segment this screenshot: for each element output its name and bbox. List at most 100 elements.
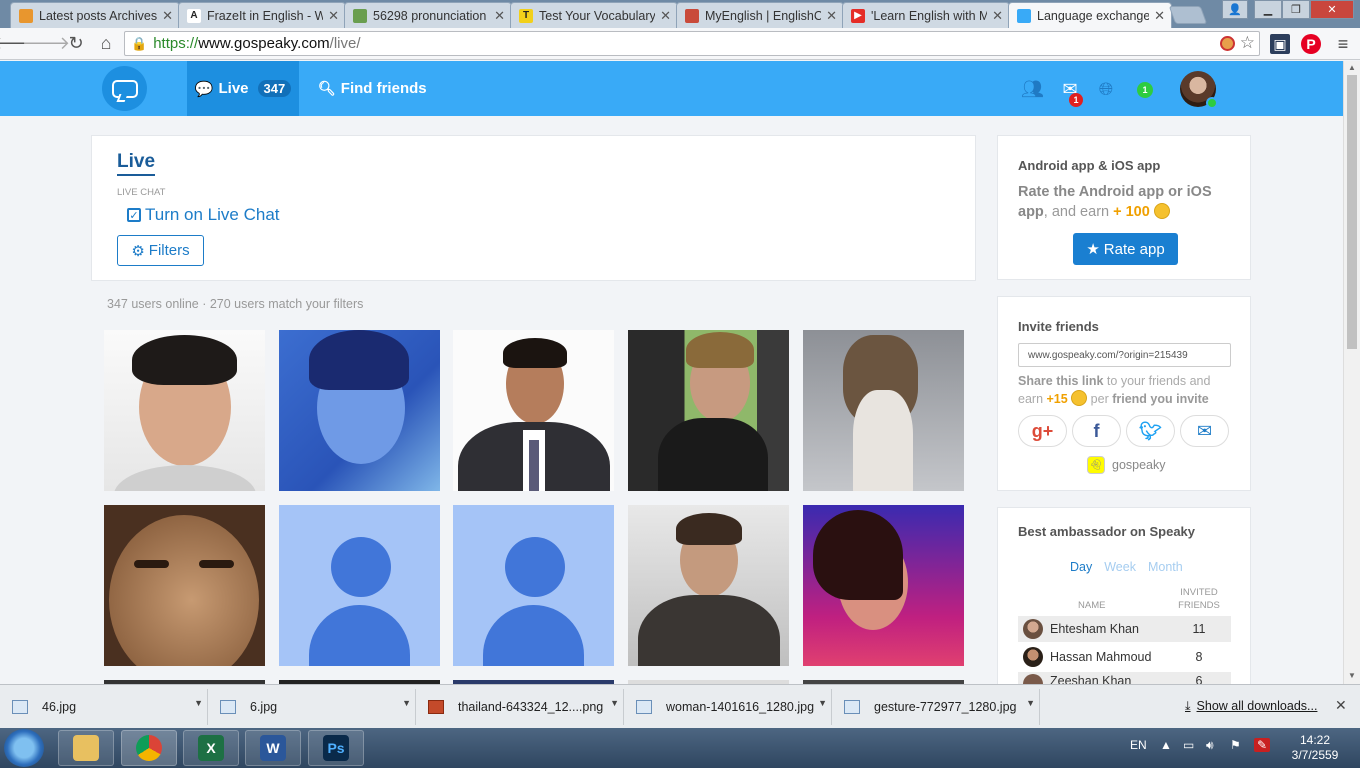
close-tab-icon[interactable]: ✕ <box>1154 8 1165 24</box>
close-tab-icon[interactable]: ✕ <box>494 8 505 24</box>
avatar <box>1023 619 1043 639</box>
chevron-down-icon[interactable]: ▼ <box>402 698 411 708</box>
browser-tab[interactable]: MyEnglish | EnglishC ✕ <box>676 2 844 28</box>
table-row[interactable]: Hassan Mahmoud 8 <box>1018 644 1231 670</box>
notifications-badge[interactable]: 1 <box>1137 82 1153 98</box>
home-icon[interactable]: ⌂ <box>92 30 120 58</box>
download-icon: ⤓ <box>1185 699 1191 713</box>
speaky-logo[interactable] <box>102 66 147 111</box>
user-photo[interactable] <box>104 330 265 491</box>
menu-icon[interactable]: ≡ <box>1333 34 1353 54</box>
turn-on-live-chat[interactable]: ✓ Turn on Live Chat <box>127 205 280 225</box>
table-row[interactable]: Ehtesham Khan 11 <box>1018 616 1231 642</box>
minimize-button[interactable]: ▁ <box>1254 0 1282 19</box>
explorer-taskbar-button[interactable] <box>58 730 114 766</box>
user-photo[interactable] <box>628 330 789 491</box>
user-photo[interactable] <box>279 330 440 491</box>
page-scrollbar[interactable]: ▲ ▼ <box>1343 61 1360 684</box>
network-icon[interactable]: ▭ <box>1183 738 1194 752</box>
volume-icon[interactable]: 🔊︎ <box>1206 738 1214 753</box>
avatar <box>1023 647 1043 667</box>
download-item[interactable]: gesture-772977_1280.jpg ▼ <box>832 689 1040 725</box>
close-tab-icon[interactable]: ✕ <box>328 8 339 24</box>
ambassador-heading: Best ambassador on Speaky <box>1018 524 1196 539</box>
user-photo[interactable] <box>453 330 614 491</box>
forward-icon[interactable]: 🡒 <box>22 30 70 58</box>
tab-month[interactable]: Month <box>1148 560 1183 574</box>
excel-icon: X <box>198 735 224 761</box>
photoshop-taskbar-button[interactable]: Ps <box>308 730 364 766</box>
pinterest-icon[interactable]: P <box>1301 34 1321 54</box>
bookmark-star-icon[interactable]: ☆ <box>1240 33 1255 53</box>
default-avatar[interactable] <box>279 505 440 666</box>
browser-tab[interactable]: Latest posts Archives ✕ <box>10 2 180 28</box>
close-icon[interactable]: ✕ <box>1335 697 1347 714</box>
close-tab-icon[interactable]: ✕ <box>660 8 671 24</box>
close-tab-icon[interactable]: ✕ <box>826 8 837 24</box>
language-indicator[interactable]: EN <box>1130 738 1147 752</box>
rate-app-button[interactable]: ★ Rate app <box>1073 233 1178 265</box>
show-all-downloads-link[interactable]: ⤓ Show all downloads... <box>1185 699 1317 714</box>
excel-taskbar-button[interactable]: X <box>183 730 239 766</box>
chrome-taskbar-button[interactable] <box>121 730 177 766</box>
site-favicon-icon <box>353 8 367 23</box>
download-item[interactable]: 6.jpg ▼ <box>208 689 416 725</box>
browser-tab[interactable]: 56298 pronunciation ✕ <box>344 2 512 28</box>
system-clock[interactable]: 14:22 3/7/2559 <box>1284 733 1346 763</box>
nav-find-friends[interactable]: 🔍︎ Find friends <box>318 61 427 116</box>
chat-bubble-icon <box>111 79 138 98</box>
user-avatar[interactable] <box>1180 71 1218 109</box>
snapchat-link[interactable]: 👻︎ gospeaky <box>1087 456 1166 474</box>
scrollbar-thumb[interactable] <box>1347 75 1357 349</box>
close-tab-icon[interactable]: ✕ <box>992 8 1003 24</box>
tab-day[interactable]: Day <box>1070 560 1092 574</box>
chevron-down-icon[interactable]: ▼ <box>610 698 619 708</box>
page-title: Live <box>117 151 156 176</box>
acrobat-icon[interactable]: ✎ <box>1254 738 1271 752</box>
browser-tab[interactable]: ▶ 'Learn English with M ✕ <box>842 2 1010 28</box>
browser-tab[interactable]: T Test Your Vocabulary ✕ <box>510 2 678 28</box>
browser-tab[interactable]: A FrazeIt in English - W ✕ <box>178 2 346 28</box>
browser-tab-active[interactable]: Language exchange ✕ <box>1008 2 1172 29</box>
extension-icon[interactable]: ▣ <box>1270 34 1290 54</box>
start-button[interactable] <box>4 729 44 767</box>
scroll-down-icon[interactable]: ▼ <box>1348 671 1356 680</box>
close-window-button[interactable]: ✕ <box>1310 0 1354 19</box>
download-item[interactable]: 46.jpg ▼ <box>0 689 208 725</box>
default-avatar[interactable] <box>453 505 614 666</box>
user-photo[interactable] <box>803 505 964 666</box>
chevron-down-icon[interactable]: ▼ <box>194 698 203 708</box>
chevron-down-icon[interactable]: ▼ <box>1026 698 1035 708</box>
user-photo[interactable] <box>803 330 964 491</box>
user-photo[interactable] <box>104 505 265 666</box>
nav-live[interactable]: 💬 Live 347 <box>187 61 299 116</box>
site-header: 💬 Live 347 🔍︎ Find friends 👥︎ ✉ 1 🌐︎ 1 <box>0 61 1343 116</box>
friends-icon[interactable]: 👥︎ <box>1021 79 1044 100</box>
profile-icon[interactable]: 👤 <box>1222 0 1248 19</box>
new-tab-button[interactable] <box>1168 6 1208 24</box>
filters-button[interactable]: ⚙ Filters <box>117 235 204 266</box>
invite-link-field[interactable]: www.gospeaky.com/?origin=215439 <box>1018 343 1231 367</box>
reload-icon[interactable]: ↻ <box>62 30 90 58</box>
google-plus-share-button[interactable]: g+ <box>1018 415 1067 447</box>
scroll-up-icon[interactable]: ▲ <box>1348 63 1356 72</box>
image-file-icon <box>844 700 860 714</box>
chevron-down-icon[interactable]: ▼ <box>818 698 827 708</box>
close-tab-icon[interactable]: ✕ <box>162 8 173 24</box>
live-panel: Live LIVE CHAT ✓ Turn on Live Chat ⚙ Fil… <box>91 135 976 281</box>
globe-icon[interactable]: 🌐︎ <box>1095 79 1117 100</box>
download-item[interactable]: woman-1401616_1280.jpg ▼ <box>624 689 832 725</box>
chrome-icon <box>136 735 162 761</box>
maximize-button[interactable]: ❐ <box>1282 0 1310 19</box>
address-bar[interactable]: 🔒 https://www.gospeaky.com/live/ ☆ <box>124 31 1260 56</box>
download-item[interactable]: thailand-643324_12....png ▼ <box>416 689 624 725</box>
twitter-share-button[interactable]: 🐦︎ <box>1126 415 1175 447</box>
flag-icon[interactable]: ⚑ <box>1230 738 1241 752</box>
tab-week[interactable]: Week <box>1104 560 1136 574</box>
tray-expand-icon[interactable]: ▲ <box>1160 738 1172 752</box>
extension-cookie-icon[interactable] <box>1220 36 1235 51</box>
email-share-button[interactable]: ✉ <box>1180 415 1229 447</box>
user-photo[interactable] <box>628 505 789 666</box>
word-taskbar-button[interactable]: W <box>245 730 301 766</box>
facebook-share-button[interactable]: f <box>1072 415 1121 447</box>
